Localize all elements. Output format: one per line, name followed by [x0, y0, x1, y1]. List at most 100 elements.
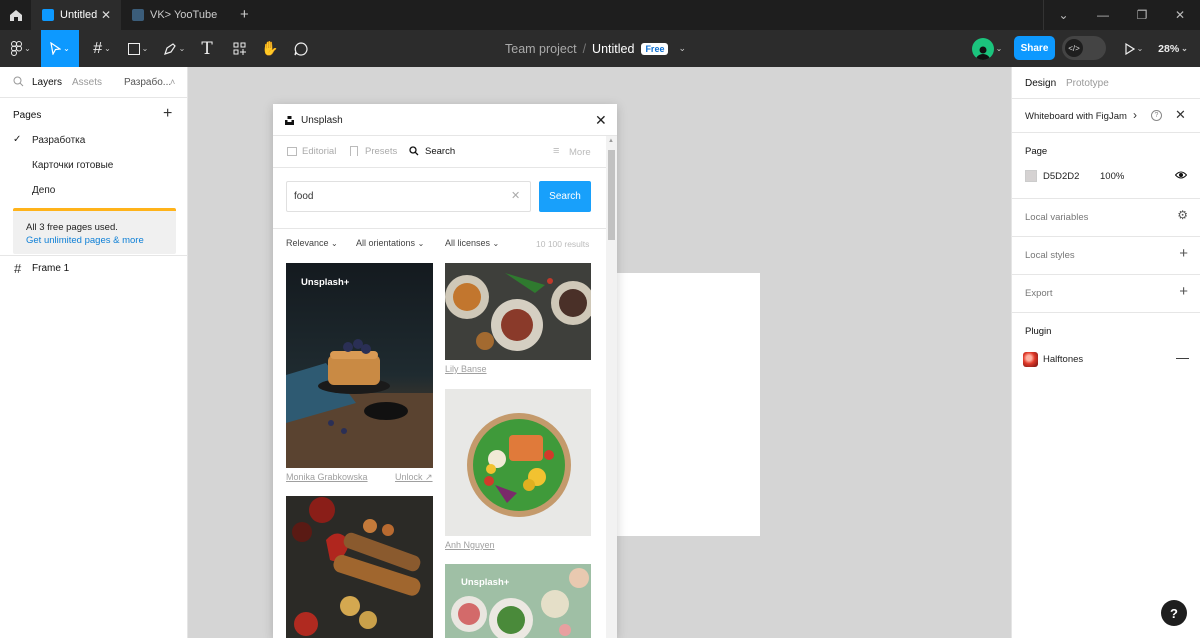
add-style-icon[interactable]: + — [1179, 245, 1188, 262]
remove-plugin-icon[interactable]: — — [1176, 350, 1189, 365]
scrollbar[interactable]: ▲ — [606, 136, 617, 638]
whiteboard-banner[interactable]: Whiteboard with FigJam › ? ✕ — [1012, 98, 1200, 132]
comment-icon — [294, 41, 308, 56]
help-button[interactable]: ? — [1161, 600, 1187, 626]
clear-search-icon[interactable]: ✕ — [511, 189, 520, 202]
photo-credit[interactable]: Anh Nguyen — [445, 540, 495, 550]
close-tab-icon[interactable]: ✕ — [101, 8, 111, 22]
scrollbar-thumb[interactable] — [608, 150, 615, 240]
plan-badge[interactable]: Free — [641, 42, 669, 55]
canvas-frame-1[interactable] — [616, 273, 760, 536]
main-menu-button[interactable]: ⌄ — [6, 30, 36, 67]
close-plugin-icon[interactable]: ✕ — [595, 112, 607, 129]
chevron-up-icon[interactable]: ˄ — [170, 77, 175, 87]
shape-tool-button[interactable]: ⌄ — [122, 30, 154, 67]
search-icon — [409, 146, 419, 159]
close-window-icon[interactable]: ✕ — [1160, 0, 1200, 30]
hand-tool-button[interactable]: ✋ — [259, 30, 281, 67]
code-icon: </> — [1065, 39, 1083, 57]
pages-heading: Pages — [13, 110, 42, 121]
photo-dishes[interactable] — [445, 263, 591, 360]
text-tool-button[interactable]: T — [196, 30, 218, 67]
page-item-depo[interactable]: Депо — [32, 185, 55, 196]
filter-label: All licenses — [445, 238, 491, 248]
photo-salad-table[interactable]: Unsplash+ — [445, 564, 591, 638]
tab-layers[interactable]: Layers — [32, 77, 62, 88]
license-filter[interactable]: All licenses ⌄ — [445, 238, 499, 248]
comment-tool-button[interactable] — [290, 30, 312, 67]
tab-label: Untitled — [60, 9, 98, 21]
resources-button[interactable] — [228, 30, 250, 67]
tab-design[interactable]: Design — [1025, 78, 1056, 89]
help-circle-icon[interactable]: ? — [1151, 110, 1162, 121]
sliders-icon[interactable]: ⚙ — [1177, 208, 1188, 222]
unlock-link[interactable]: Unlock ↗ — [395, 472, 433, 483]
relevance-filter[interactable]: Relevance ⌄ — [286, 238, 338, 248]
project-name[interactable]: Team project — [505, 42, 577, 56]
restore-icon[interactable]: ❐ — [1122, 0, 1162, 30]
search-icon[interactable] — [13, 76, 24, 90]
right-sidebar: Design Prototype Whiteboard with FigJam … — [1011, 67, 1200, 638]
local-styles-label: Local styles — [1025, 250, 1075, 261]
file-name[interactable]: Untitled — [592, 42, 634, 56]
scroll-up-icon[interactable]: ▲ — [608, 138, 614, 144]
user-avatar-button[interactable]: ⌄ — [968, 30, 1006, 67]
tab-untitled[interactable]: Untitled ✕ — [31, 0, 121, 30]
tab-assets[interactable]: Assets — [72, 77, 102, 88]
plugin-name[interactable]: Halftones — [1043, 354, 1083, 365]
search-button[interactable]: Search — [539, 181, 591, 212]
page-item-kartochki[interactable]: Карточки готовые — [32, 160, 113, 171]
new-tab-icon[interactable]: + — [240, 6, 249, 23]
pancakes-photo-art — [286, 339, 433, 468]
local-styles-section[interactable]: Local styles + — [1012, 236, 1200, 274]
photo-credit[interactable]: Lily Banse — [445, 364, 487, 374]
pen-icon — [163, 42, 176, 55]
tab-vk-youtube[interactable]: VK> YooTube — [121, 0, 235, 30]
add-export-icon[interactable]: + — [1179, 283, 1188, 300]
photo-kebabs[interactable] — [286, 496, 433, 638]
editorial-icon — [287, 147, 297, 156]
notice-text: All 3 free pages used. — [26, 222, 118, 233]
chevron-down-icon[interactable]: ⌄ — [678, 43, 686, 54]
left-panel-tabs: Layers Assets Разрабо... ˄ — [0, 67, 187, 98]
tab-list-icon[interactable]: ⌄ — [1043, 0, 1083, 30]
zoom-menu[interactable]: 28% ⌄ — [1152, 30, 1194, 67]
move-tool-button[interactable]: ⌄ — [41, 30, 79, 67]
orientation-filter[interactable]: All orientations ⌄ — [356, 238, 424, 248]
divider — [273, 167, 606, 168]
photo-pancakes[interactable]: Unsplash+ — [286, 263, 433, 468]
more-button[interactable]: More — [569, 147, 591, 158]
page-item-razrabotka[interactable]: Разработка — [32, 135, 85, 146]
chevron-down-icon: ⌄ — [417, 239, 425, 248]
search-query: food — [294, 191, 314, 202]
pen-tool-button[interactable]: ⌄ — [158, 30, 190, 67]
export-section[interactable]: Export + — [1012, 274, 1200, 312]
share-button[interactable]: Share — [1014, 36, 1055, 60]
home-icon[interactable] — [0, 0, 31, 30]
eye-icon[interactable] — [1174, 170, 1188, 183]
zoom-level: 28% — [1158, 42, 1180, 55]
add-page-icon[interactable]: + — [163, 105, 172, 123]
tab-presets[interactable]: Presets — [365, 146, 397, 157]
upgrade-link[interactable]: Get unlimited pages & more — [26, 234, 176, 247]
tab-editorial[interactable]: Editorial — [302, 146, 336, 157]
whiteboard-label: Whiteboard with FigJam — [1025, 111, 1127, 122]
present-button[interactable]: ⌄ — [1120, 30, 1148, 67]
page-opacity-value[interactable]: 100% — [1100, 171, 1124, 182]
page-color-value[interactable]: D5D2D2 — [1043, 171, 1079, 182]
search-input[interactable]: food ✕ — [286, 181, 531, 212]
local-variables-section[interactable]: Local variables ⚙ — [1012, 198, 1200, 236]
layer-frame-1[interactable]: Frame 1 — [32, 263, 69, 274]
minimize-icon[interactable]: — — [1083, 0, 1123, 30]
filter-label: Relevance — [286, 238, 329, 248]
page-dropdown[interactable]: Разрабо... — [124, 77, 171, 88]
photo-salad-bowl[interactable] — [445, 389, 591, 536]
page-color-swatch[interactable] — [1025, 170, 1037, 182]
tab-prototype[interactable]: Prototype — [1066, 78, 1109, 89]
cursor-icon — [50, 42, 62, 55]
close-banner-icon[interactable]: ✕ — [1175, 107, 1186, 123]
tab-search[interactable]: Search — [425, 146, 455, 157]
photo-credit[interactable]: Monika Grabkowska — [286, 472, 368, 482]
frame-tool-button[interactable]: # ⌄ — [86, 30, 118, 67]
dev-mode-toggle[interactable]: </> — [1062, 36, 1106, 60]
